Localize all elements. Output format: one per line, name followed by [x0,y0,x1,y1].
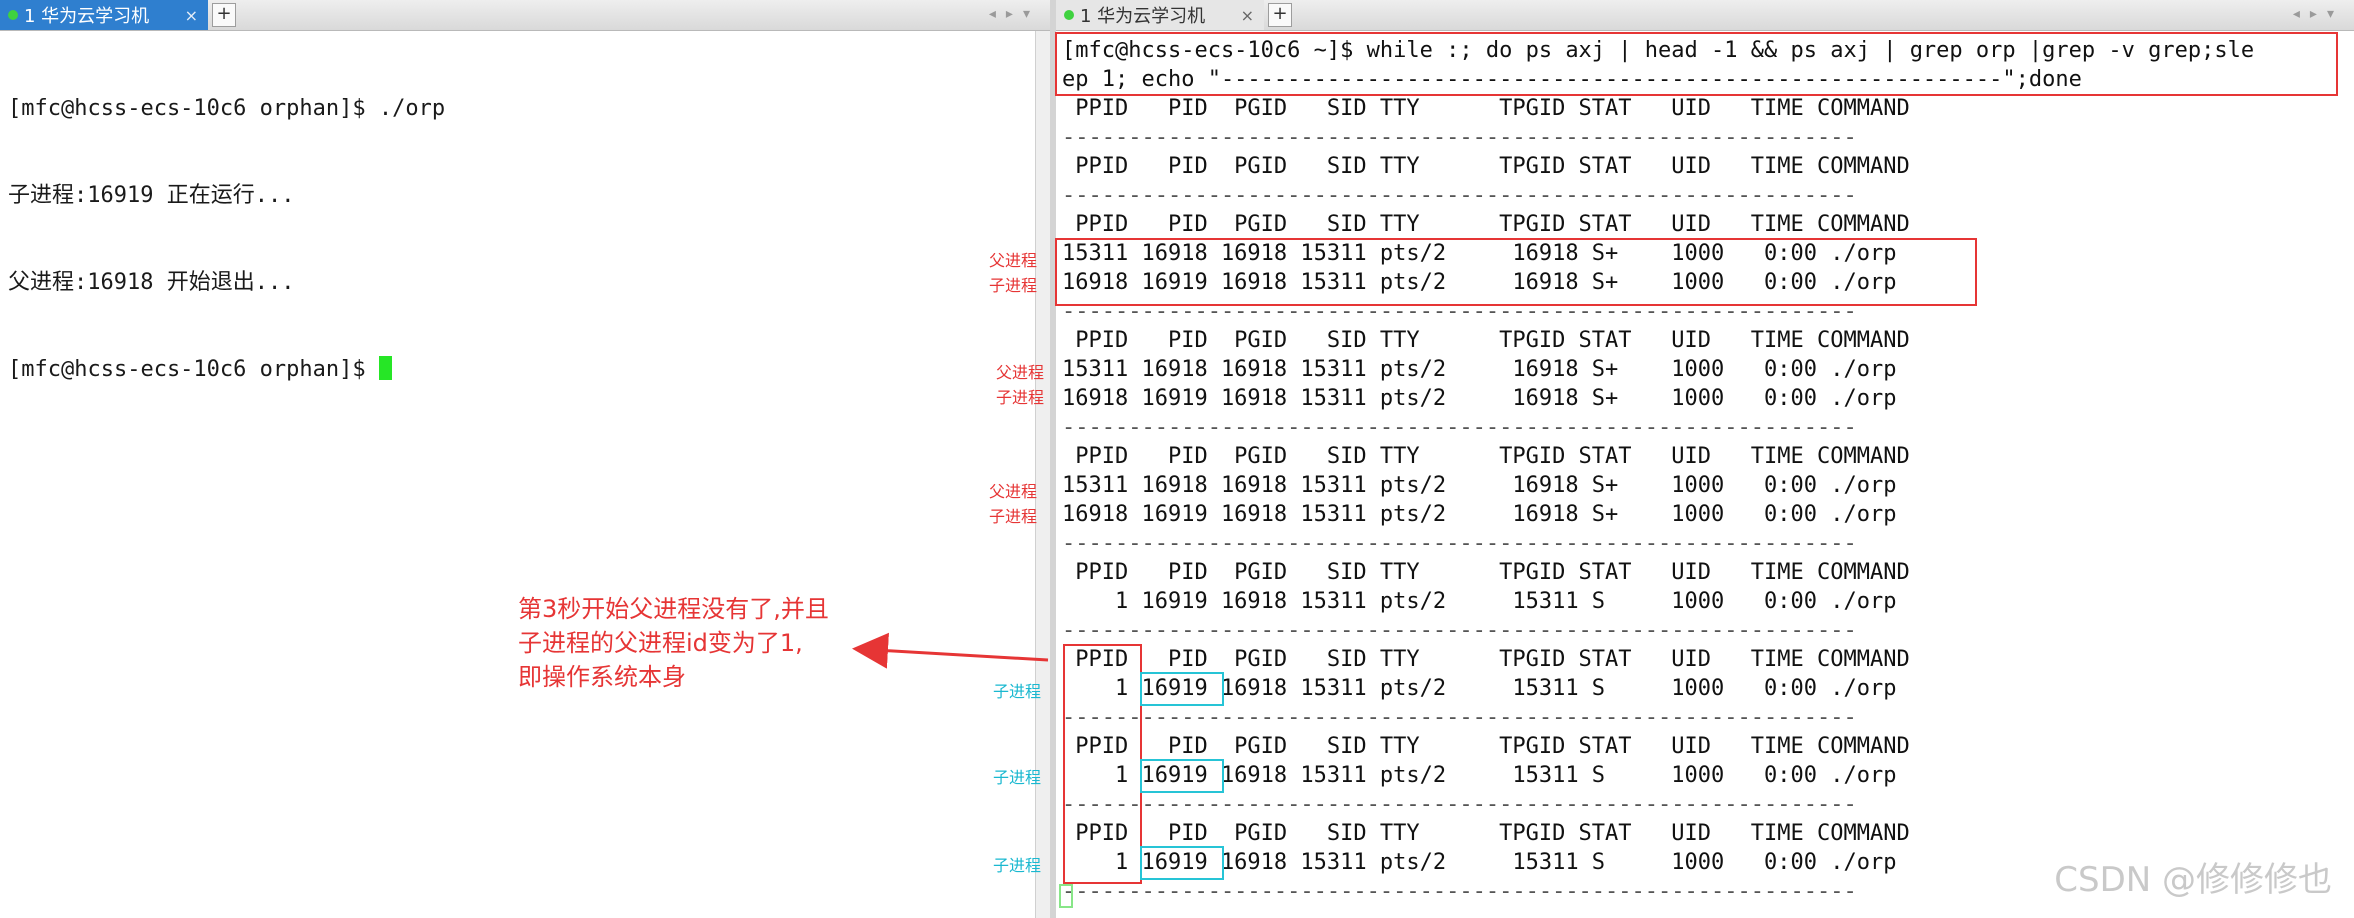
annotation-arrow [852,632,1049,669]
watermark: CSDN @修修修也 [2054,860,2332,900]
